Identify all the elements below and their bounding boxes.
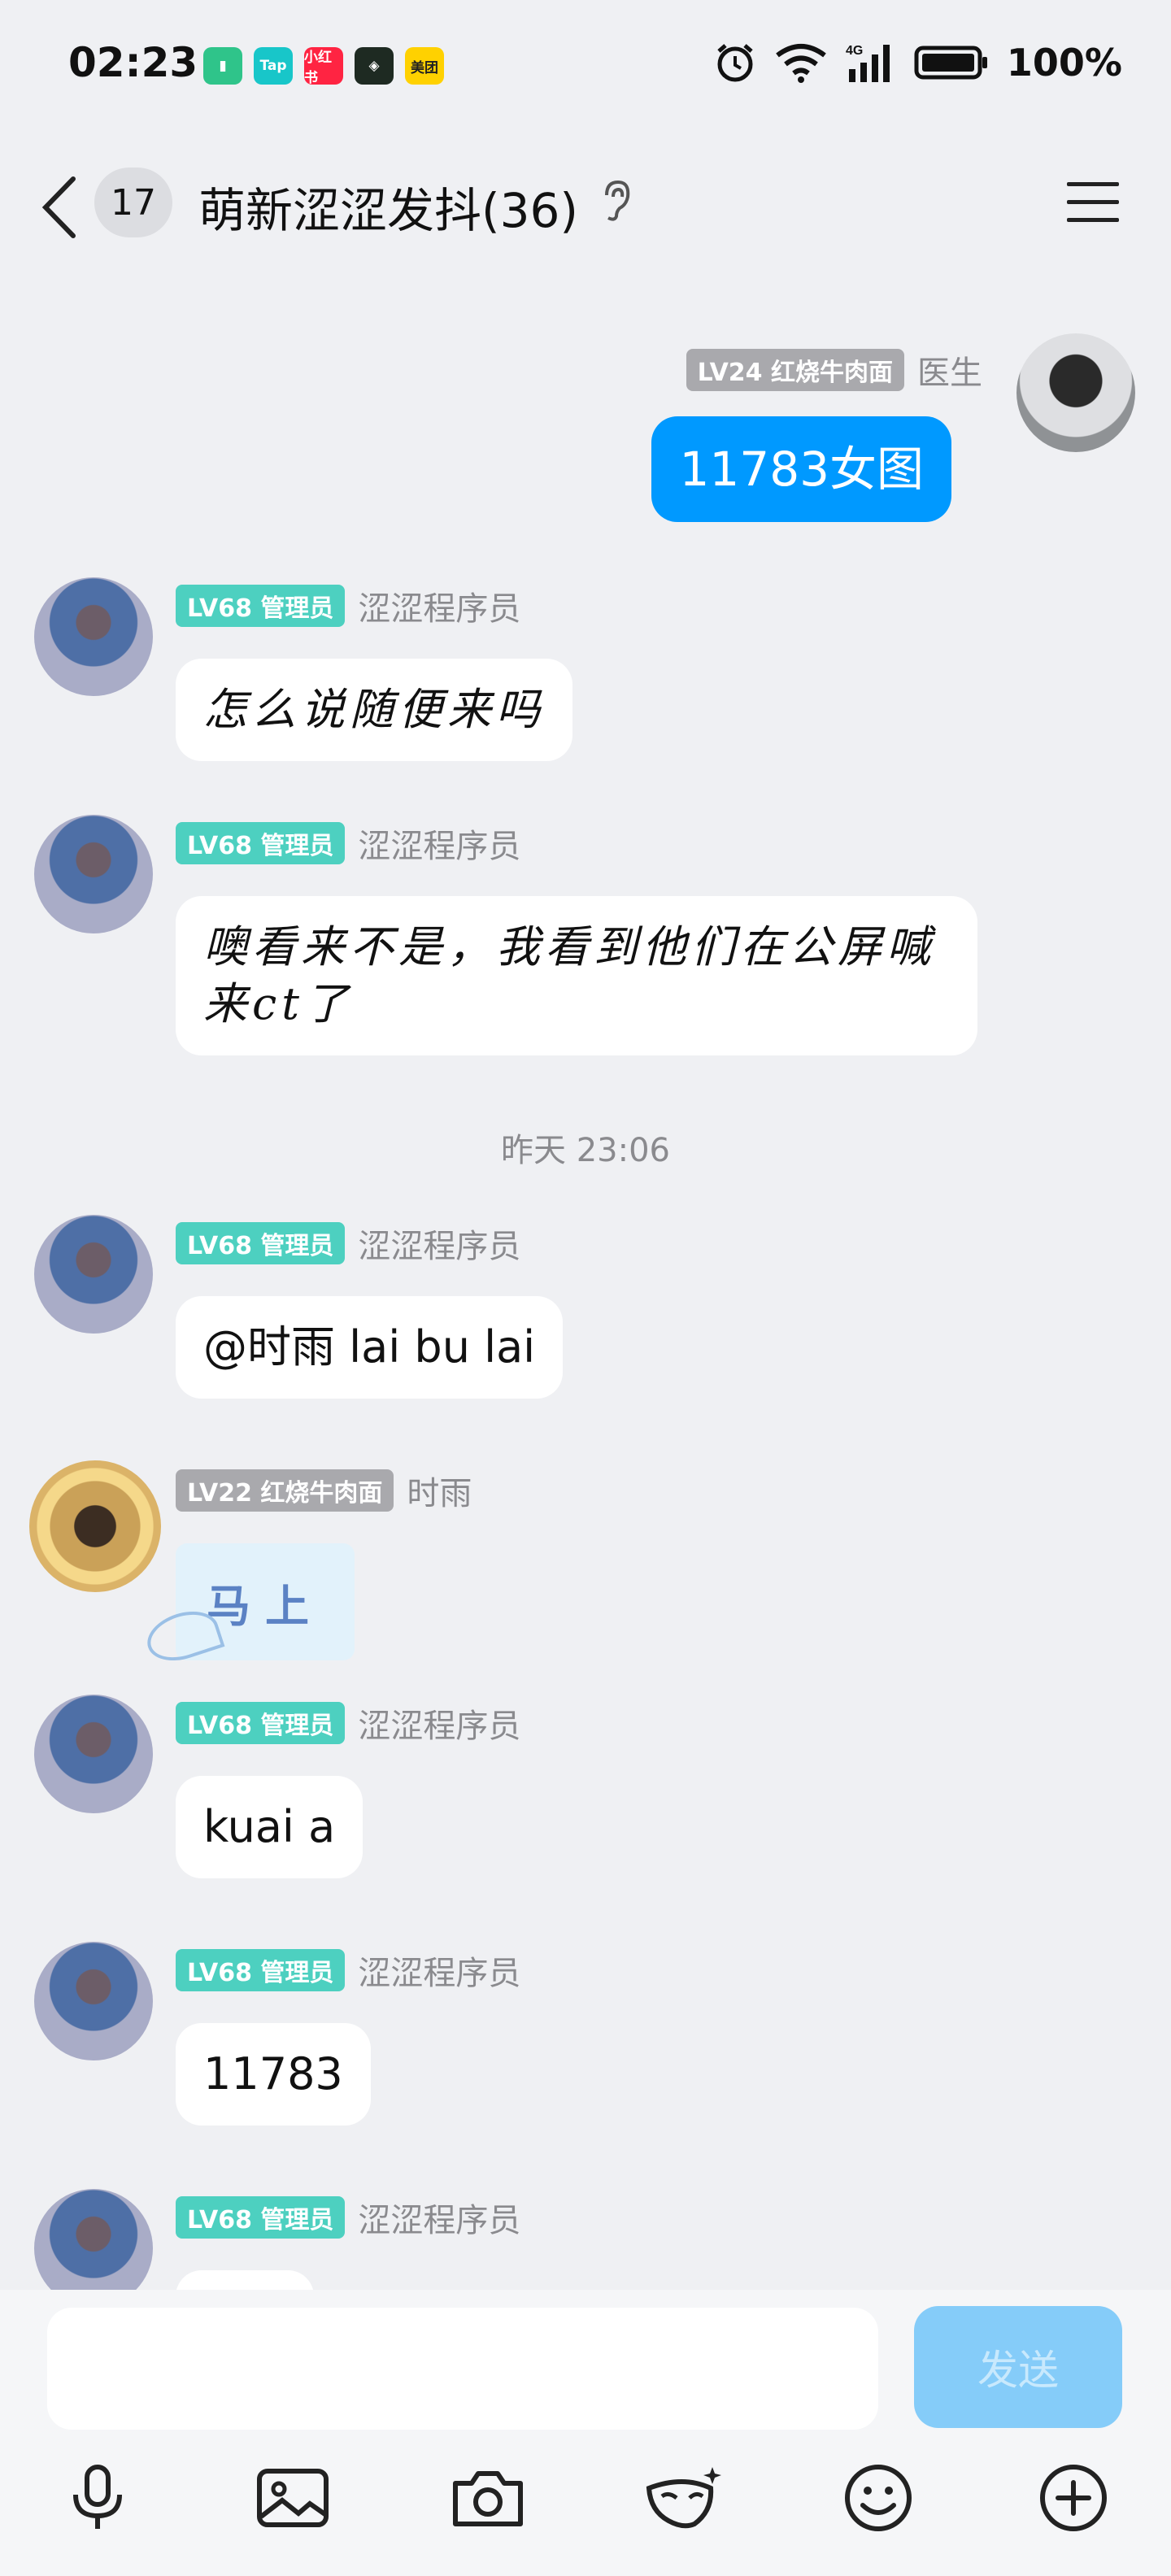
ear-mode-icon[interactable]: [599, 177, 634, 226]
sender-meta: LV68 管理员 涩涩程序员: [176, 1699, 520, 1747]
sender-name: 涩涩程序员: [358, 590, 521, 628]
message-item: LV24 红烧牛肉面 医生 11783女图: [0, 333, 1171, 533]
sender-name: 时雨: [407, 1475, 472, 1512]
message-item: LV68 管理员 涩涩程序员 @时雨 lai bu lai: [0, 1215, 1171, 1415]
sender-name: 涩涩程序员: [358, 2202, 521, 2239]
sender-meta: LV68 管理员 涩涩程序员: [176, 1947, 520, 1994]
hamburger-menu-icon: [1067, 182, 1119, 222]
voice-button[interactable]: [57, 2457, 138, 2539]
message-item: LV68 管理员 涩涩程序员 噢看来不是，我看到他们在公屏喊 来ct了: [0, 815, 1171, 1064]
level-badge: LV24 红烧牛肉面: [686, 349, 904, 391]
emoji-icon: [845, 2465, 912, 2531]
message-text-line: 来ct了: [203, 978, 353, 1029]
unread-count-badge[interactable]: 17: [94, 168, 172, 237]
alarm-icon: [717, 44, 753, 82]
composer-toolbar: [0, 2457, 1171, 2555]
sender-meta: LV68 管理员 涩涩程序员: [176, 582, 520, 629]
level-badge: LV68 管理员: [176, 2196, 346, 2239]
message-input[interactable]: [47, 2308, 878, 2430]
send-button[interactable]: 发送: [914, 2306, 1122, 2428]
message-item: LV68 管理员 涩涩程序员 11783: [0, 1942, 1171, 2142]
avatar[interactable]: [34, 1215, 153, 1334]
message-bubble[interactable]: 怎么说随便来吗: [176, 659, 572, 761]
group-title[interactable]: 萌新涩涩发抖(36): [198, 172, 578, 241]
ear-icon: [605, 180, 630, 221]
sender-name: 涩涩程序员: [358, 1708, 521, 1745]
message-item: LV22 红烧牛肉面 时雨 马上: [0, 1460, 1171, 1672]
sender-name: 涩涩程序员: [358, 1955, 521, 1992]
message-item: LV68 管理员 涩涩程序员 kuai a: [0, 1695, 1171, 1895]
avatar[interactable]: [34, 1695, 153, 1813]
level-badge: LV68 管理员: [176, 1702, 346, 1744]
taptap-icon: Tap: [254, 47, 293, 85]
avatar-effect-button[interactable]: [642, 2457, 724, 2539]
game-app-icon: ◈: [355, 47, 394, 85]
message-list[interactable]: LV24 红烧牛肉面 医生 11783女图 LV68 管理员 涩涩程序员 怎么说…: [0, 276, 1171, 2290]
meituan-icon: 美团: [405, 47, 444, 85]
composer: 发送: [0, 2290, 1171, 2576]
status-bar: 02:23 ▮ Tap 小红书 ◈ 美团 4G 100%: [0, 0, 1171, 130]
sender-meta: LV68 管理员 涩涩程序员: [176, 1220, 520, 1267]
system-status: 4G 100%: [714, 41, 1122, 85]
chevron-left-icon: [41, 176, 76, 238]
xiaohongshu-icon: 小红书: [304, 47, 343, 86]
level-badge: LV68 管理员: [176, 585, 346, 627]
sender-name: 涩涩程序员: [358, 1228, 521, 1265]
sender-meta: LV68 管理员 涩涩程序员: [176, 820, 520, 867]
message-bubble[interactable]: kuai a: [176, 1776, 363, 1878]
level-badge: LV68 管理员: [176, 822, 346, 864]
message-bubble[interactable]: 噢看来不是，我看到他们在公屏喊 来ct了: [176, 896, 977, 1055]
photo-button[interactable]: [252, 2457, 333, 2539]
mic-icon: [73, 2465, 122, 2529]
emoji-button[interactable]: [838, 2457, 919, 2539]
sender-name: 医生: [917, 355, 982, 392]
time-divider: 昨天 23:06: [501, 1132, 670, 1169]
clock: 02:23: [68, 39, 198, 86]
chat-header: 17 萌新涩涩发抖(36): [0, 130, 1171, 276]
avatar[interactable]: [34, 577, 153, 696]
more-button[interactable]: [1033, 2457, 1114, 2539]
network-type: 4G: [846, 44, 863, 58]
battery-percent: 100%: [1006, 41, 1122, 85]
level-badge: LV68 管理员: [176, 1222, 346, 1264]
cellular-signal-icon: 4G: [846, 44, 890, 82]
sticker-message[interactable]: 马上: [141, 1543, 355, 1669]
sender-meta: LV68 管理员 涩涩程序员: [176, 2194, 520, 2241]
message-bubble[interactable]: 11783女图: [651, 416, 951, 522]
back-button[interactable]: [36, 171, 85, 252]
avatar[interactable]: [1016, 333, 1135, 452]
notification-icons: ▮ Tap 小红书 ◈ 美团: [203, 47, 444, 86]
message-text-line: 噢看来不是，我看到他们在公屏喊: [203, 921, 935, 973]
battery-icon: [914, 46, 987, 80]
sticker-text: 马上: [207, 1580, 324, 1632]
wifi-icon: [776, 44, 826, 83]
camera-button[interactable]: [447, 2457, 529, 2539]
avatar[interactable]: [34, 815, 153, 933]
level-badge: LV22 红烧牛肉面: [176, 1469, 394, 1512]
mask-icon: [646, 2467, 721, 2529]
avatar[interactable]: [34, 1942, 153, 2060]
level-badge: LV68 管理员: [176, 1949, 346, 1991]
sender-meta: LV22 红烧牛肉面 时雨: [176, 1467, 472, 1514]
message-item: LV68 管理员 涩涩程序员 怎么说随便来吗: [0, 577, 1171, 777]
battery-app-icon: ▮: [203, 47, 242, 85]
camera-icon: [453, 2471, 523, 2526]
avatar[interactable]: [29, 1460, 161, 1592]
message-item: LV68 管理员 涩涩程序员: [0, 2189, 1171, 2290]
menu-button[interactable]: [1065, 179, 1121, 229]
plus-icon: [1040, 2465, 1107, 2531]
message-bubble[interactable]: 11783: [176, 2023, 371, 2126]
sender-meta: LV24 红烧牛肉面 医生: [686, 346, 982, 394]
message-bubble[interactable]: @时雨 lai bu lai: [176, 1296, 564, 1399]
avatar[interactable]: [34, 2189, 153, 2290]
sender-name: 涩涩程序员: [358, 828, 521, 865]
message-bubble[interactable]: [176, 2270, 314, 2290]
image-icon: [257, 2469, 329, 2527]
